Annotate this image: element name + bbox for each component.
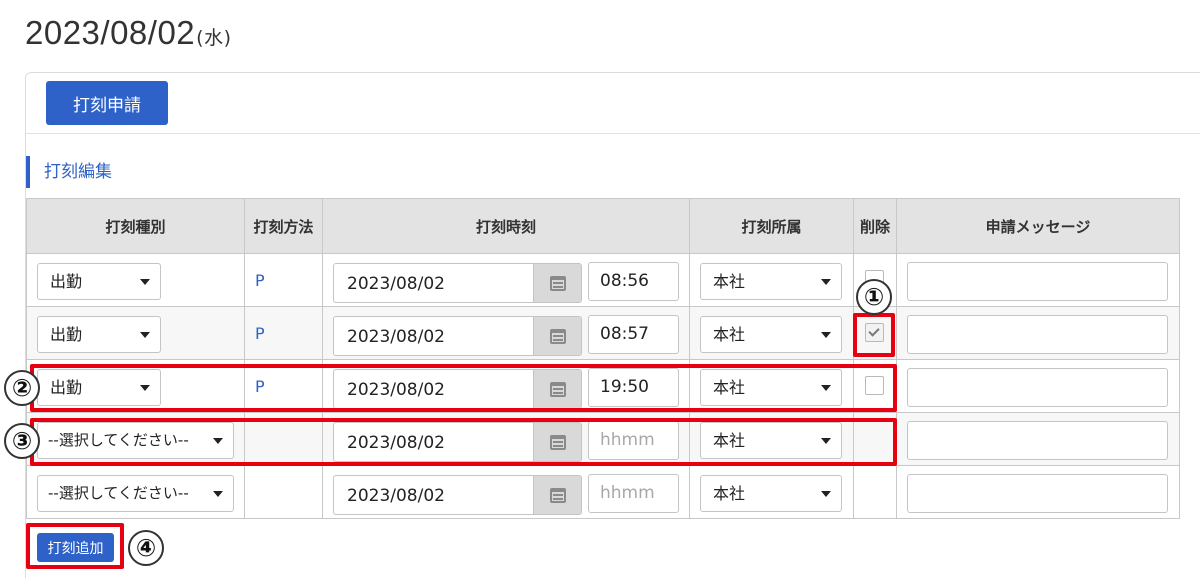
message-input[interactable] bbox=[907, 368, 1168, 407]
message-input[interactable] bbox=[907, 262, 1168, 301]
type-cell: --選択してください-- bbox=[26, 465, 245, 519]
location-value: 本社 bbox=[713, 272, 746, 291]
location-cell: 本社 bbox=[689, 306, 854, 360]
message-cell bbox=[896, 306, 1180, 360]
stamp-method: P bbox=[255, 271, 265, 290]
date-input[interactable]: 2023/08/02 bbox=[333, 475, 582, 515]
panel-header: 打刻申請 bbox=[26, 73, 1200, 134]
highlight-box-4 bbox=[26, 523, 124, 569]
column-header-type: 打刻種別 bbox=[26, 198, 245, 254]
section-title: 打刻編集 bbox=[26, 156, 112, 188]
method-cell bbox=[244, 465, 323, 519]
chevron-down-icon bbox=[821, 491, 831, 497]
annotation-marker-4: ④ bbox=[128, 530, 164, 566]
calendar-icon bbox=[550, 329, 566, 344]
calendar-button[interactable] bbox=[533, 476, 581, 514]
time-input[interactable]: 08:57 bbox=[588, 315, 679, 354]
column-header-time: 打刻時刻 bbox=[322, 198, 690, 254]
location-cell: 本社 bbox=[689, 465, 854, 519]
stamp-type-select[interactable]: --選択してください-- bbox=[37, 475, 234, 512]
message-cell bbox=[896, 253, 1180, 307]
message-cell bbox=[896, 465, 1180, 519]
column-header-method: 打刻方法 bbox=[244, 198, 323, 254]
chevron-down-icon bbox=[213, 491, 223, 497]
message-cell bbox=[896, 359, 1180, 413]
message-input[interactable] bbox=[907, 315, 1168, 354]
location-select[interactable]: 本社 bbox=[700, 475, 842, 512]
calendar-icon bbox=[550, 276, 566, 291]
table-header-row: 打刻種別 打刻方法 打刻時刻 打刻所属 削除 申請メッセージ bbox=[26, 198, 1180, 254]
location-cell: 本社 bbox=[689, 253, 854, 307]
date-input-value: 2023/08/02 bbox=[347, 327, 445, 347]
chevron-down-icon bbox=[140, 332, 150, 338]
calendar-button[interactable] bbox=[533, 317, 581, 355]
stamp-type-value: --選択してください-- bbox=[48, 484, 189, 502]
day-of-week: (水) bbox=[196, 27, 232, 49]
chevron-down-icon bbox=[821, 332, 831, 338]
stamp-apply-button[interactable]: 打刻申請 bbox=[46, 81, 168, 125]
highlight-box-2 bbox=[30, 364, 897, 412]
highlight-box-3 bbox=[30, 418, 897, 466]
stamp-method: P bbox=[255, 324, 265, 343]
location-value: 本社 bbox=[713, 484, 746, 503]
calendar-icon bbox=[550, 488, 566, 503]
location-select[interactable]: 本社 bbox=[700, 316, 842, 353]
chevron-down-icon bbox=[140, 279, 150, 285]
column-header-message: 申請メッセージ bbox=[896, 198, 1180, 254]
stamp-table: 打刻種別 打刻方法 打刻時刻 打刻所属 削除 申請メッセージ 出勤 P 2023… bbox=[26, 198, 1180, 519]
annotation-marker-3: ③ bbox=[4, 423, 40, 459]
annotation-marker-1: ① bbox=[856, 279, 892, 315]
time-cell: 2023/08/02 08:56 bbox=[322, 253, 690, 307]
method-cell: P bbox=[244, 253, 323, 307]
date-input-value: 2023/08/02 bbox=[347, 274, 445, 294]
date-input-value: 2023/08/02 bbox=[347, 486, 445, 506]
message-input[interactable] bbox=[907, 421, 1168, 460]
delete-cell bbox=[853, 465, 897, 519]
table-row: --選択してください-- 2023/08/02 hhmm 本社 bbox=[26, 465, 1180, 519]
message-cell bbox=[896, 412, 1180, 466]
type-cell: 出勤 bbox=[26, 253, 245, 307]
stamp-type-value: 出勤 bbox=[50, 325, 83, 344]
location-select[interactable]: 本社 bbox=[700, 263, 842, 300]
annotation-marker-2: ② bbox=[4, 370, 40, 406]
chevron-down-icon bbox=[821, 279, 831, 285]
type-cell: 出勤 bbox=[26, 306, 245, 360]
date-value: 2023/08/02 bbox=[25, 14, 196, 51]
stamp-type-select[interactable]: 出勤 bbox=[37, 263, 161, 300]
table-row: 出勤 P 2023/08/02 08:57 本社 bbox=[26, 306, 1180, 360]
date-input[interactable]: 2023/08/02 bbox=[333, 316, 582, 356]
calendar-button[interactable] bbox=[533, 264, 581, 302]
time-input[interactable]: hhmm bbox=[588, 474, 679, 513]
date-input[interactable]: 2023/08/02 bbox=[333, 263, 582, 303]
stamp-type-value: 出勤 bbox=[50, 272, 83, 291]
time-input[interactable]: 08:56 bbox=[588, 262, 679, 301]
page-date-heading: 2023/08/02(水) bbox=[25, 14, 232, 52]
time-cell: 2023/08/02 08:57 bbox=[322, 306, 690, 360]
table-row: 出勤 P 2023/08/02 08:56 本社 bbox=[26, 253, 1180, 307]
column-header-location: 打刻所属 bbox=[689, 198, 854, 254]
column-header-delete: 削除 bbox=[853, 198, 897, 254]
location-value: 本社 bbox=[713, 325, 746, 344]
method-cell: P bbox=[244, 306, 323, 360]
stamp-type-select[interactable]: 出勤 bbox=[37, 316, 161, 353]
time-cell: 2023/08/02 hhmm bbox=[322, 465, 690, 519]
message-input[interactable] bbox=[907, 474, 1168, 513]
highlight-box-1 bbox=[853, 313, 895, 357]
